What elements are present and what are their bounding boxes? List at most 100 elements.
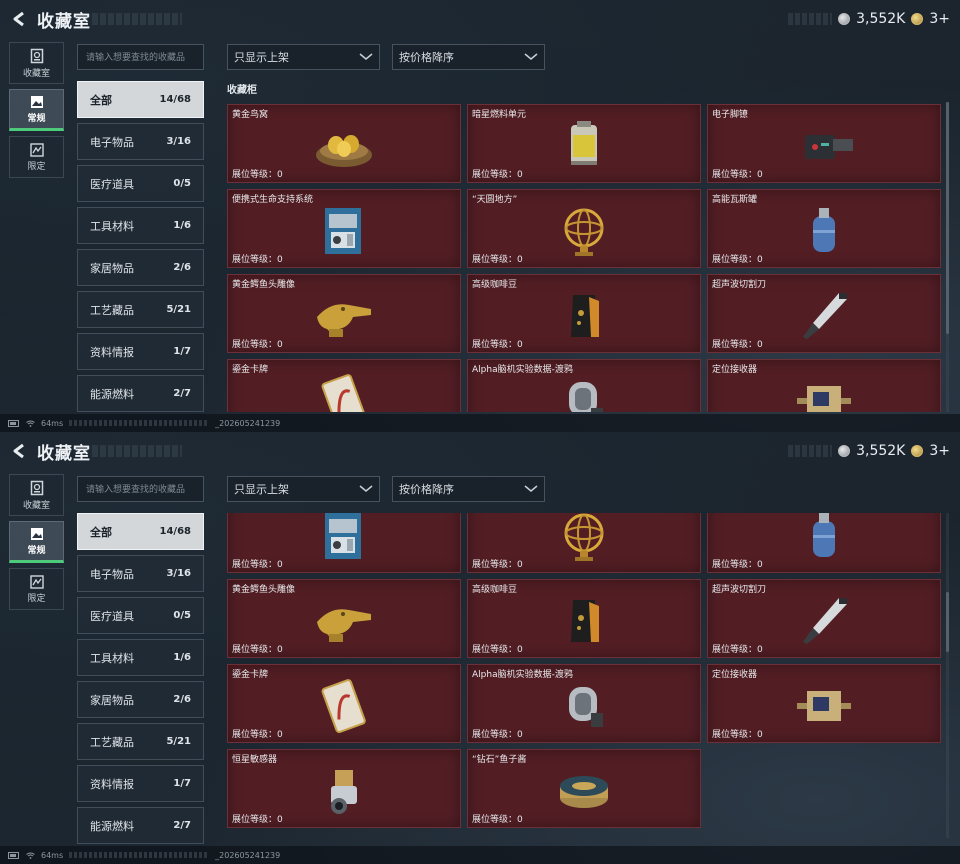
croc-statue-icon [317, 304, 371, 337]
item-name: 暗星燃料单元 [472, 110, 527, 120]
collection-item-card[interactable]: 便携式生命支持系统展位等级：0 [227, 189, 461, 268]
gold-coin-icon [911, 13, 924, 25]
life-support-icon [325, 208, 361, 254]
sort-dropdown[interactable]: 按价格降序 [392, 44, 545, 70]
collection-item-card[interactable]: 电子脚镣 展位等级：0 [707, 104, 941, 183]
display-level: 展位等级：0 [712, 645, 763, 655]
scrollbar[interactable] [946, 592, 949, 652]
item-name: 黄金鸟窝 [232, 110, 269, 120]
header: 收藏室 3,552K 3+ [0, 0, 960, 38]
collection-item-card[interactable]: 超声波切割刀 展位等级：0 [707, 274, 941, 353]
collection-item-card[interactable]: 鎏金卡牌展位等级：0 [227, 359, 461, 412]
collection-item-card[interactable]: 鎏金卡牌展位等级：0 [227, 664, 461, 743]
collection-item-card[interactable]: 高能瓦斯罐展位等级：0 [707, 189, 941, 268]
category-crafts[interactable]: 工艺藏品 5/21 [77, 291, 204, 328]
category-intel[interactable]: 资料情报 1/7 [77, 333, 204, 370]
caviar-tin-icon [560, 776, 608, 808]
search-input[interactable] [86, 46, 195, 70]
armillary-sphere-icon [564, 208, 604, 256]
resource-bar: 3,552K 3+ [788, 441, 950, 461]
wifi-icon [26, 852, 35, 859]
collection-item-card[interactable]: 暗星燃料单元 展位等级：0 [467, 104, 701, 183]
category-tools[interactable]: 工具材料 1/6 [77, 207, 204, 244]
collection-item-card[interactable]: 黄金鸟窝展位等级：0 [227, 104, 461, 183]
cabinet-title: 收藏柜 [227, 85, 257, 96]
collection-item-card[interactable]: Alpha脑机实验数据-渡鸦展位等级：0 [467, 359, 701, 412]
category-household[interactable]: 家居物品 2/6 [77, 249, 204, 286]
collection-item-card[interactable]: Alpha脑机实验数据-渡鸦展位等级：0 [467, 664, 701, 743]
category-electronics[interactable]: 电子物品 3/16 [77, 555, 204, 592]
collection-item-card[interactable]: 黄金鳄鱼头雕像 展位等级：0 [227, 579, 461, 658]
collection-item-card[interactable]: “天圆地方”展位等级：0 [467, 513, 701, 573]
ping-text: 64ms [41, 850, 64, 860]
display-level: 展位等级：0 [472, 255, 523, 265]
back-arrow-icon [13, 443, 24, 459]
nav-regular[interactable]: 常规 [9, 89, 64, 131]
item-name: 定位接收器 [712, 365, 758, 375]
life-support-icon [325, 513, 361, 559]
collection-item-card[interactable]: 高能瓦斯罐展位等级：0 [707, 513, 941, 573]
chevron-down-icon [359, 53, 373, 60]
item-grid-viewport[interactable]: 黄金鸟窝展位等级：0暗星燃料单元展位等级：0电子脚镣展位等级：0便携式生命支持系… [227, 513, 942, 857]
scrollbar[interactable] [946, 102, 949, 334]
collection-item-card[interactable]: 超声波切割刀 展位等级：0 [707, 579, 941, 658]
collection-item-card[interactable]: 黄金鳄鱼头雕像 展位等级：0 [227, 274, 461, 353]
category-crafts[interactable]: 工艺藏品 5/21 [77, 723, 204, 760]
category-all[interactable]: 全部 14/68 [77, 81, 204, 118]
collection-item-card[interactable]: 高级咖啡豆 展位等级：0 [467, 579, 701, 658]
collection-item-card[interactable]: 便携式生命支持系统展位等级：0 [227, 513, 461, 573]
data-drive-icon [569, 687, 603, 727]
shelf-filter-dropdown[interactable]: 只显示上架 [227, 44, 380, 70]
category-energy[interactable]: 能源燃料 2/7 [77, 375, 204, 412]
screen-top: 收藏室 3,552K 3+ 收藏室 常规 限定 只显示上架 按价格降序 [0, 0, 960, 432]
display-level: 展位等级：0 [232, 340, 283, 350]
category-electronics[interactable]: 电子物品 3/16 [77, 123, 204, 160]
search-input[interactable] [86, 478, 195, 502]
collection-item-card[interactable]: 恒星敏感器 展位等级：0 [227, 749, 461, 828]
category-energy[interactable]: 能源燃料 2/7 [77, 807, 204, 844]
item-name: 定位接收器 [712, 670, 758, 680]
back-button[interactable] [8, 440, 30, 462]
build-text: _202605241239 [215, 850, 281, 860]
display-level: 展位等级：0 [232, 560, 283, 570]
collection-item-card[interactable]: 定位接收器展位等级：0 [707, 664, 941, 743]
nav-regular[interactable]: 常规 [9, 521, 64, 563]
gold-amount[interactable]: 3+ [929, 11, 950, 27]
sort-dropdown[interactable]: 按价格降序 [392, 476, 545, 502]
category-tools[interactable]: 工具材料 1/6 [77, 639, 204, 676]
item-name: 超声波切割刀 [712, 585, 767, 595]
collection-icon [30, 480, 43, 495]
armillary-sphere-icon [564, 513, 604, 561]
search-box[interactable] [77, 476, 204, 502]
ping-text: 64ms [41, 418, 64, 428]
collection-item-card[interactable]: 高级咖啡豆 展位等级：0 [467, 274, 701, 353]
nav-collection[interactable]: 收藏室 [9, 42, 64, 84]
search-box[interactable] [77, 44, 204, 70]
category-household[interactable]: 家居物品 2/6 [77, 681, 204, 718]
category-list: 全部 14/68 电子物品 3/16 医疗道具 0/5 工具材料 1/6 家居物品 2/6… [77, 513, 204, 849]
star-sensor-icon [331, 770, 357, 814]
collection-item-card[interactable]: “天圆地方”展位等级：0 [467, 189, 701, 268]
collection-item-card[interactable]: 定位接收器展位等级：0 [707, 359, 941, 412]
display-level: 展位等级：0 [712, 255, 763, 265]
category-all[interactable]: 全部 14/68 [77, 513, 204, 550]
ankle-monitor-icon [805, 135, 853, 159]
category-medical[interactable]: 医疗道具 0/5 [77, 597, 204, 634]
shelf-filter-dropdown[interactable]: 只显示上架 [227, 476, 380, 502]
display-level: 展位等级：0 [232, 170, 283, 180]
category-medical[interactable]: 医疗道具 0/5 [77, 165, 204, 202]
nav-collection[interactable]: 收藏室 [9, 474, 64, 516]
silver-amount: 3,552K [856, 443, 906, 459]
category-intel[interactable]: 资料情报 1/7 [77, 765, 204, 802]
nav-limited[interactable]: 限定 [9, 136, 64, 178]
gas-tank-icon [813, 208, 835, 252]
chevron-down-icon [359, 485, 373, 492]
item-name: 黄金鳄鱼头雕像 [232, 280, 296, 290]
nav-limited[interactable]: 限定 [9, 568, 64, 610]
collection-item-card[interactable]: “钻石”鱼子酱 展位等级：0 [467, 749, 701, 828]
display-level: 展位等级：0 [232, 645, 283, 655]
collection-icon [30, 48, 43, 63]
gold-amount[interactable]: 3+ [929, 443, 950, 459]
item-grid-viewport[interactable]: 黄金鸟窝展位等级：0暗星燃料单元展位等级：0电子脚镣展位等级：0便携式生命支持系… [227, 104, 942, 412]
back-button[interactable] [8, 8, 30, 30]
